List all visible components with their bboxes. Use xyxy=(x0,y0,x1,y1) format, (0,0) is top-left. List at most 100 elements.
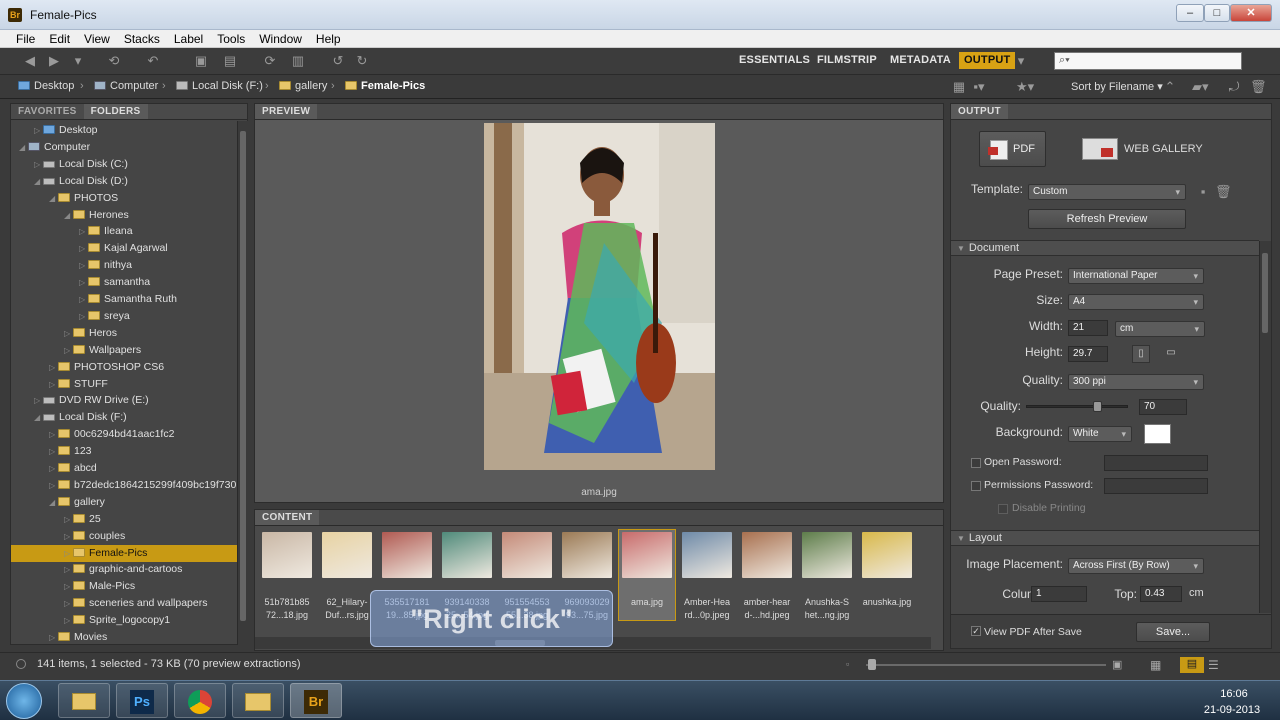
thumbnail-image[interactable] xyxy=(862,532,912,578)
thumbnail-image[interactable] xyxy=(742,532,792,578)
height-input[interactable]: 29.7 xyxy=(1068,346,1108,362)
background-dropdown[interactable]: White xyxy=(1068,426,1132,442)
scrollbar-thumb[interactable] xyxy=(240,131,246,621)
new-folder-icon[interactable]: ▰▾ xyxy=(1192,79,1209,95)
save-button[interactable]: Save... xyxy=(1136,622,1210,642)
taskbar-time[interactable]: 16:06 xyxy=(1212,688,1256,700)
folder-tree-scrollbar[interactable] xyxy=(237,121,248,645)
trash-icon[interactable]: 🗑 xyxy=(1250,79,1267,95)
web-gallery-button[interactable]: WEB GALLERY xyxy=(1124,143,1203,155)
collapsed-triangle-icon[interactable]: ▷ xyxy=(64,612,73,629)
view-options-icon[interactable]: ▪▾ xyxy=(971,79,987,95)
pdf-button[interactable]: PDF xyxy=(979,131,1046,167)
grid-view-icon[interactable]: ▦ xyxy=(1150,658,1161,672)
thumbnail-image[interactable] xyxy=(802,532,852,578)
folder-tree-item[interactable]: ▷ Kajal Agarwal xyxy=(11,240,237,257)
collapsed-triangle-icon[interactable]: ▷ xyxy=(49,426,58,443)
top-input[interactable]: 0.43 xyxy=(1140,586,1182,602)
star-filter-icon[interactable]: ★▾ xyxy=(1016,79,1034,95)
folder-tree-item[interactable]: ▷ sreya xyxy=(11,308,237,325)
windows-start-button[interactable] xyxy=(6,683,42,719)
collapsed-triangle-icon[interactable]: ▷ xyxy=(49,359,58,376)
delete-template-icon[interactable]: 🗑 xyxy=(1215,184,1232,200)
folder-tree-item[interactable]: ▷ Heros xyxy=(11,325,237,342)
tab-folders[interactable]: FOLDERS xyxy=(83,104,148,119)
background-color-swatch[interactable] xyxy=(1144,424,1171,444)
folder-tree-item[interactable]: ▷ Wallpapers xyxy=(11,342,237,359)
jpeg-quality-slider[interactable] xyxy=(1026,401,1128,412)
thumbnail-image[interactable] xyxy=(322,532,372,578)
collapsed-triangle-icon[interactable]: ▷ xyxy=(79,308,88,325)
menu-tools[interactable]: Tools xyxy=(210,30,252,48)
crumb-female-pics[interactable]: Female-Pics xyxy=(345,80,425,92)
folder-tree-item[interactable]: ◢ Computer xyxy=(11,139,237,156)
rotate-right-icon[interactable]: ↻ xyxy=(354,53,370,69)
thumbnail-image[interactable] xyxy=(502,532,552,578)
collapsed-triangle-icon[interactable]: ▷ xyxy=(64,511,73,528)
folder-tree-item[interactable]: ▷ 123 xyxy=(11,443,237,460)
forward-arrow-icon[interactable]: ▶ xyxy=(46,53,62,69)
folder-tree-item[interactable]: ◢ Local Disk (F:) xyxy=(11,409,237,426)
sort-ascending-icon[interactable]: ⌃ xyxy=(1162,79,1178,95)
collapsed-triangle-icon[interactable]: ▷ xyxy=(49,460,58,477)
open-in-icon[interactable]: ▥ xyxy=(290,53,306,69)
close-button[interactable]: ✕ xyxy=(1230,4,1272,22)
content-thumbnail[interactable]: ama.jpg xyxy=(618,529,676,621)
unit-dropdown[interactable]: cm xyxy=(1115,321,1205,337)
jpeg-quality-input[interactable]: 70 xyxy=(1139,399,1187,415)
folder-tree-item[interactable]: ▷ Female-Pics xyxy=(11,544,237,562)
folder-tree-item[interactable]: ▷ Ileana xyxy=(11,223,237,240)
collapsed-triangle-icon[interactable]: ▷ xyxy=(34,156,43,173)
image-placement-dropdown[interactable]: Across First (By Row) xyxy=(1068,558,1204,574)
crumb-desktop[interactable]: Desktop xyxy=(18,80,74,92)
landscape-icon[interactable]: ▭ xyxy=(1162,345,1180,363)
folder-tree-item[interactable]: ▷ Local Disk (C:) xyxy=(11,156,237,173)
slider-knob[interactable] xyxy=(1092,401,1102,412)
collapsed-triangle-icon[interactable]: ▷ xyxy=(49,376,58,393)
tab-favorites[interactable]: FAVORITES xyxy=(11,104,84,119)
taskbar-photoshop-icon[interactable]: Ps xyxy=(116,683,168,718)
minimize-button[interactable]: – xyxy=(1176,4,1204,22)
thumbnail-slider-knob[interactable] xyxy=(868,659,876,670)
content-thumbnail[interactable]: 51b781b85 72...18.jpg xyxy=(259,530,315,620)
permissions-password-input[interactable] xyxy=(1104,478,1208,494)
folder-tree-item[interactable]: ▷ b72dedc1864215299f409bc19f730 xyxy=(11,477,237,494)
disable-printing-checkbox[interactable] xyxy=(998,504,1008,514)
size-dropdown[interactable]: A4 xyxy=(1068,294,1204,310)
collapsed-triangle-icon[interactable]: ▷ xyxy=(79,257,88,274)
refresh-preview-button[interactable]: Refresh Preview xyxy=(1028,209,1186,229)
taskbar-chrome-icon[interactable] xyxy=(174,683,226,718)
portrait-icon[interactable]: ▯ xyxy=(1132,345,1150,363)
taskbar-date[interactable]: 21-09-2013 xyxy=(1200,704,1264,716)
taskbar-bridge-icon[interactable]: Br xyxy=(290,683,342,718)
return-icon[interactable]: ↶ xyxy=(145,53,161,69)
dropdown-icon[interactable]: ▾ xyxy=(70,53,86,69)
collapsed-triangle-icon[interactable]: ▷ xyxy=(79,240,88,257)
expanded-triangle-icon[interactable]: ◢ xyxy=(49,494,58,511)
folder-tree-item[interactable]: ◢ PHOTOS xyxy=(11,190,237,207)
workspace-filmstrip[interactable]: FILMSTRIP xyxy=(817,54,877,66)
thumbnail-image[interactable] xyxy=(262,532,312,578)
open-password-input[interactable] xyxy=(1104,455,1208,471)
quality-dropdown[interactable]: 300 ppi xyxy=(1068,374,1204,390)
preview-image[interactable] xyxy=(484,123,715,470)
folder-tree-item[interactable]: ▷ couples xyxy=(11,528,237,545)
menu-label[interactable]: Label xyxy=(167,30,210,48)
menu-edit[interactable]: Edit xyxy=(42,30,77,48)
folder-tree-item[interactable]: ▷ graphic-and-cartoos xyxy=(11,561,237,578)
thumbnail-size-slider[interactable] xyxy=(866,664,1106,666)
details-view-icon[interactable]: ▤ xyxy=(1180,657,1204,673)
content-thumbnail[interactable]: amber-hear d-...hd.jpeg xyxy=(739,530,795,620)
expanded-triangle-icon[interactable]: ◢ xyxy=(49,190,58,207)
folder-tree-item[interactable]: ▷ DVD RW Drive (E:) xyxy=(11,392,237,409)
page-preset-dropdown[interactable]: International Paper xyxy=(1068,268,1204,284)
workspace-output[interactable]: OUTPUT xyxy=(959,52,1016,69)
folder-tree-item[interactable]: ▷ 00c6294bd41aac1fc2 xyxy=(11,426,237,443)
view-pdf-checkbox[interactable]: ✓ xyxy=(971,626,981,636)
folder-tree-item[interactable]: ▷ sceneries and wallpapers xyxy=(11,595,237,612)
content-thumbnail[interactable]: Anushka-S het...ng.jpg xyxy=(799,530,855,620)
folder-tree-item[interactable]: ▷ PHOTOSHOP CS6 xyxy=(11,359,237,376)
folder-tree-item[interactable]: ◢ Local Disk (D:) xyxy=(11,173,237,190)
collapsed-triangle-icon[interactable]: ▷ xyxy=(79,274,88,291)
back-arrow-icon[interactable]: ◀ xyxy=(22,53,38,69)
